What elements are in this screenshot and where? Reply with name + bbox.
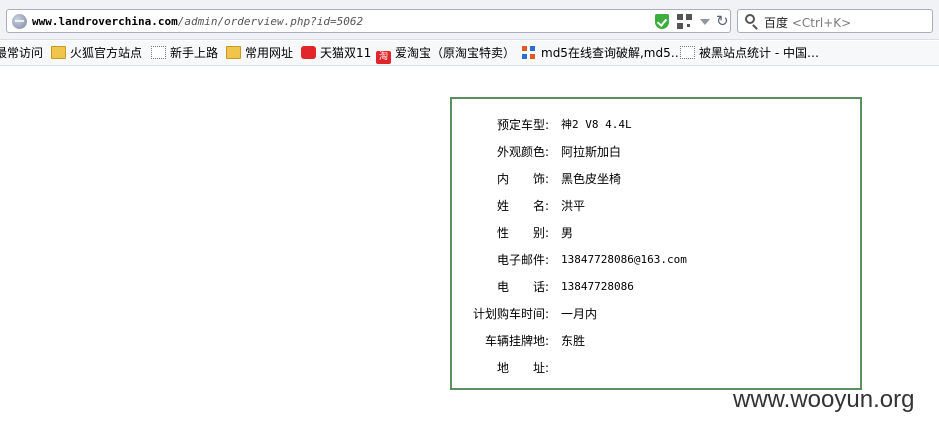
- bookmark-label: 天猫双11: [320, 46, 372, 60]
- field-value: 神2 V8 4.4L: [561, 118, 632, 131]
- search-shortcut-hint: <Ctrl+K>: [791, 16, 852, 30]
- qr-code-icon[interactable]: [677, 14, 692, 29]
- address-bar[interactable]: www.landroverchina.com/admin/orderview.p…: [6, 9, 731, 33]
- field-label: 地 址:: [496, 361, 549, 375]
- field-email: 电子邮件: 13847728086@163.com: [452, 251, 862, 269]
- field-value: 阿拉斯加白: [561, 145, 622, 159]
- bookmark-label: 常用网址: [245, 46, 294, 60]
- field-label: 电子邮件:: [496, 253, 549, 267]
- field-value: 黑色皮坐椅: [561, 172, 622, 186]
- url-host: www.landroverchina.com: [32, 15, 178, 28]
- bookmarks-bar: 最常访问 火狐官方站点 新手上路 常用网址 天猫双11 淘爱淘宝（原淘宝特卖） …: [0, 41, 939, 66]
- field-value: 一月内: [561, 307, 598, 321]
- field-phone: 电 话: 13847728086: [452, 278, 862, 296]
- field-label: 内 饰:: [496, 172, 549, 186]
- field-exterior-color: 外观颜色: 阿拉斯加白: [452, 143, 862, 161]
- bookmark-common-sites[interactable]: 常用网址: [226, 45, 293, 63]
- watermark: www.wooyun.org: [733, 386, 915, 413]
- bookmark-label: md5在线查询破解,md5…: [541, 46, 683, 60]
- field-value: 13847728086: [561, 280, 634, 293]
- field-name: 姓 名: 洪平: [452, 197, 862, 215]
- taobao-icon: 淘: [376, 51, 391, 64]
- field-label: 性 别:: [496, 226, 549, 240]
- bookmark-getting-started[interactable]: 新手上路: [151, 45, 218, 63]
- field-label: 姓 名:: [496, 199, 549, 213]
- field-car-model: 预定车型: 神2 V8 4.4L: [452, 116, 862, 134]
- security-shield-icon[interactable]: [655, 14, 669, 29]
- url-path: /admin/orderview.php?id=5062: [177, 15, 364, 28]
- search-placeholder: 百度 <Ctrl+K>: [764, 14, 851, 31]
- navigation-toolbar: www.landroverchina.com/admin/orderview.p…: [0, 0, 939, 40]
- field-value: 13847728086@163.com: [561, 253, 687, 266]
- blank-page-icon: [680, 46, 695, 59]
- md5-icon: [522, 46, 537, 59]
- field-registration-place: 车辆挂牌地: 东胜: [452, 332, 862, 350]
- bookmark-md5[interactable]: md5在线查询破解,md5…: [522, 45, 683, 63]
- field-value: 东胜: [561, 334, 586, 348]
- search-icon: [745, 14, 755, 24]
- field-label: 计划购车时间:: [472, 307, 549, 321]
- field-label: 预定车型:: [496, 118, 549, 132]
- bookmark-label: 新手上路: [170, 46, 219, 60]
- search-box[interactable]: 百度 <Ctrl+K>: [737, 9, 933, 33]
- field-address: 地 址:: [452, 359, 862, 377]
- bookmark-ai-taobao[interactable]: 淘爱淘宝（原淘宝特卖）: [376, 45, 516, 64]
- field-interior: 内 饰: 黑色皮坐椅: [452, 170, 862, 188]
- reload-icon[interactable]: ↻: [716, 12, 729, 30]
- blank-page-icon: [151, 46, 166, 59]
- field-value: 男: [561, 226, 574, 240]
- tmall-icon: [301, 46, 316, 59]
- globe-icon: [12, 14, 27, 29]
- dropdown-arrow-icon[interactable]: [700, 19, 710, 25]
- bookmark-label: 火狐官方站点: [70, 46, 143, 60]
- search-engine-name: 百度: [764, 16, 789, 30]
- field-label: 车辆挂牌地:: [484, 334, 549, 348]
- field-label: 电 话:: [496, 280, 549, 294]
- folder-icon: [51, 46, 66, 59]
- url-text[interactable]: www.landroverchina.com/admin/orderview.p…: [32, 15, 363, 28]
- field-gender: 性 别: 男: [452, 224, 862, 242]
- bookmark-label: 最常访问: [0, 46, 44, 60]
- bookmark-label: 被黑站点统计 - 中国…: [699, 46, 819, 60]
- bookmark-hacked-sites[interactable]: 被黑站点统计 - 中国…: [680, 45, 819, 63]
- order-details-box: 预定车型: 神2 V8 4.4L 外观颜色: 阿拉斯加白 内 饰: 黑色皮坐椅 …: [450, 97, 862, 390]
- bookmark-most-visited[interactable]: 最常访问: [0, 45, 43, 63]
- bookmark-tmall[interactable]: 天猫双11: [301, 45, 371, 63]
- field-purchase-time: 计划购车时间: 一月内: [452, 305, 862, 323]
- field-label: 外观颜色:: [496, 145, 549, 159]
- folder-icon: [226, 46, 241, 59]
- bookmark-label: 爱淘宝（原淘宝特卖）: [395, 46, 516, 60]
- bookmark-firefox-official[interactable]: 火狐官方站点: [51, 45, 142, 63]
- field-value: 洪平: [561, 199, 586, 213]
